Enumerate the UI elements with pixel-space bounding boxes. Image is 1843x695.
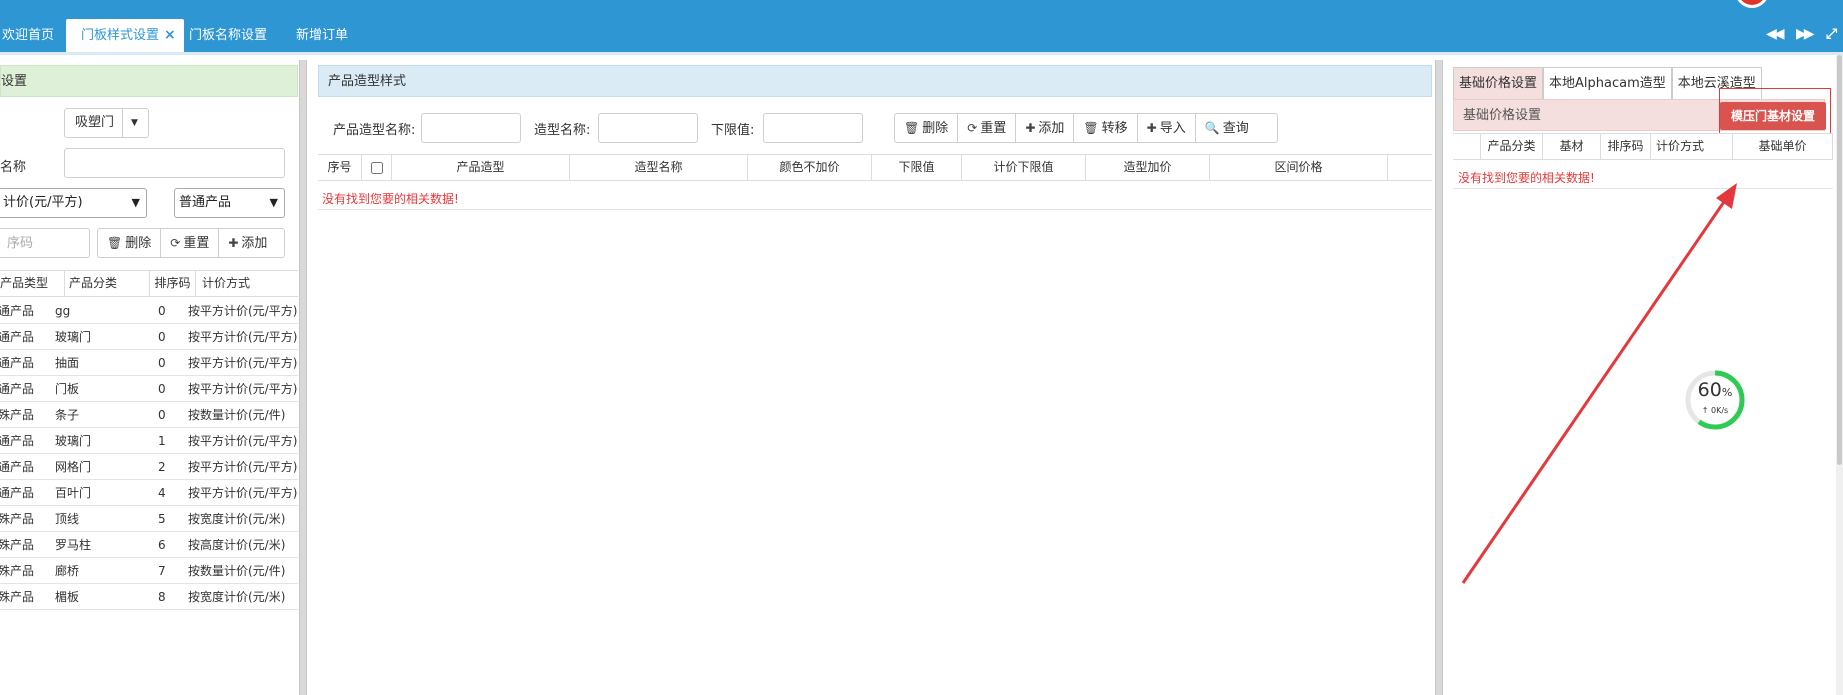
gauge-speed: ↑ 0K/s — [1701, 406, 1729, 415]
arrow-head — [1716, 183, 1737, 209]
gauge-percent: 60% — [1697, 379, 1733, 401]
annotation-arrow — [1461, 183, 1737, 584]
network-speed-gauge[interactable]: 60% ↑ 0K/s — [1684, 369, 1746, 431]
